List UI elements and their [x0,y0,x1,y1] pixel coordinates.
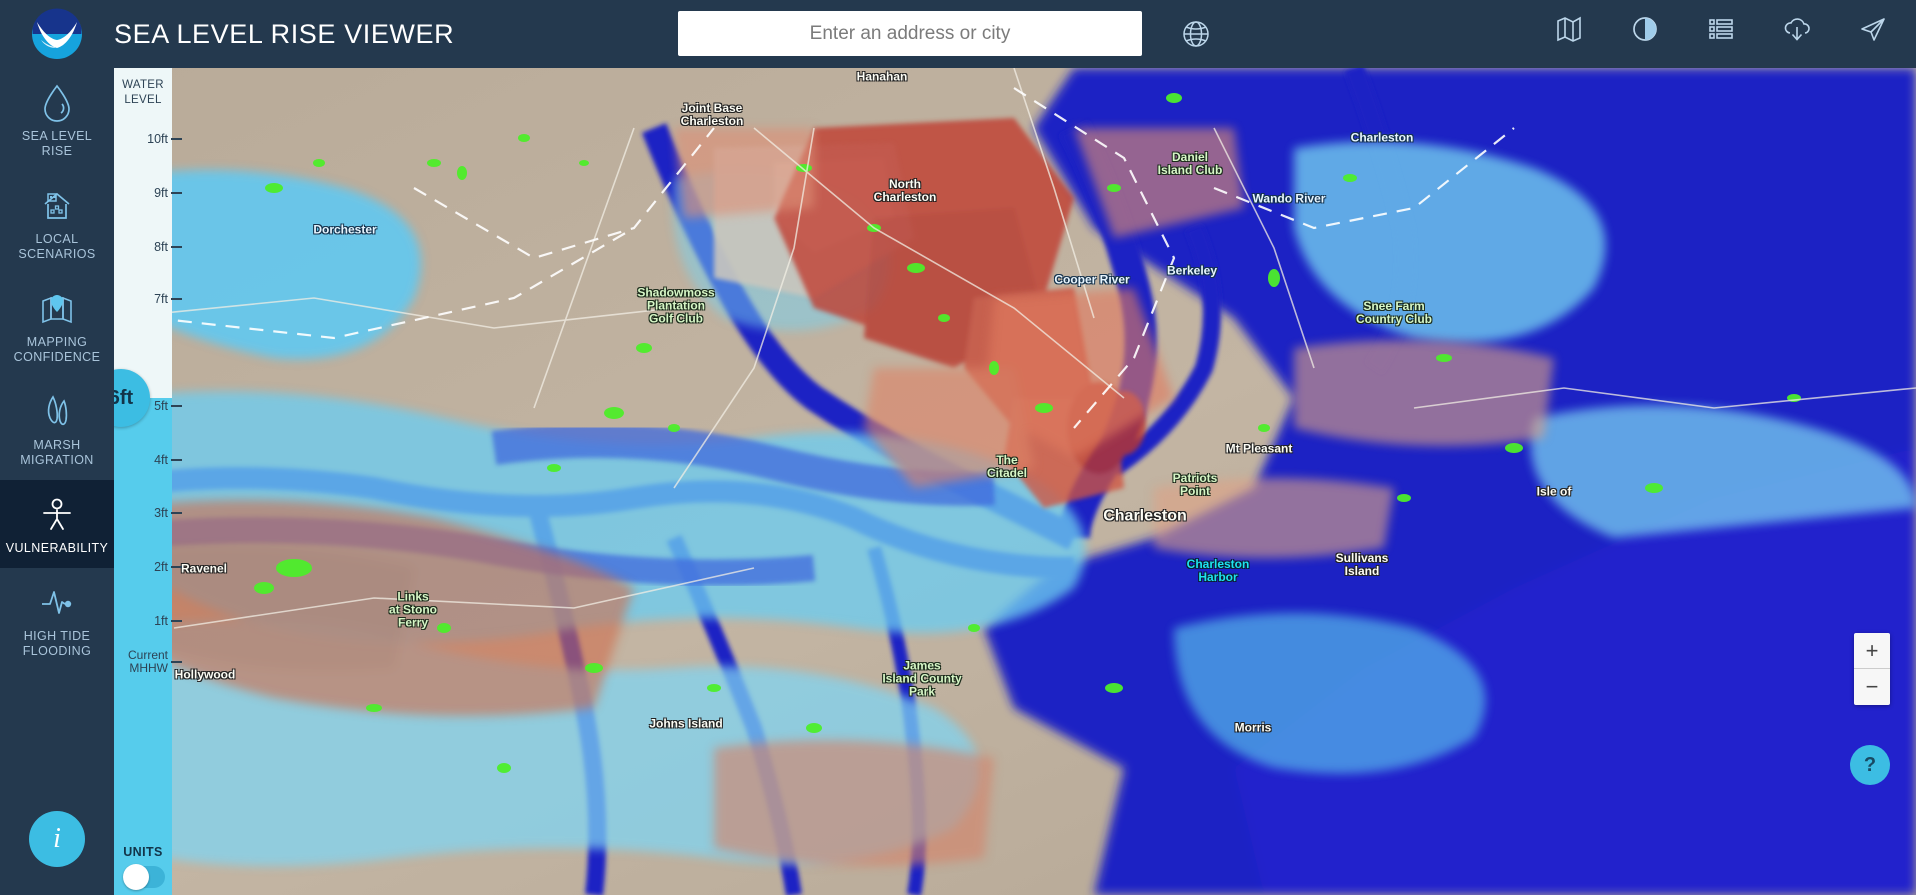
opacity-contrast-icon[interactable] [1628,12,1662,46]
sidebar-item-label: MAPPING CONFIDENCE [13,335,101,364]
house-icon [44,192,70,219]
sidebar-item-label: LOCAL SCENARIOS [18,232,96,261]
basemap-icon[interactable] [1552,12,1586,46]
map-imagery [114,68,1916,895]
water-level-tick: 10ft [114,132,172,146]
noaa-logo-icon [32,8,82,59]
water-level-tick: 7ft [114,292,172,306]
sidebar-nav-list: SEA LEVEL RISE LOCAL SCENARIOS MAPPING CON… [0,68,114,671]
sidebar-item-label: MARSH MIGRATION [20,438,94,467]
cloud-download-icon[interactable] [1780,12,1814,46]
zoom-controls[interactable]: + − [1854,633,1890,705]
units-toggle[interactable] [123,864,165,890]
zoom-in-button[interactable]: + [1854,633,1890,669]
water-level-slider-panel[interactable]: WATER LEVEL 10ft 9ft 8ft 7ft 5ft 4ft 3ft 2ft 1ft… [92,68,172,895]
sidebar-item-local-scenarios[interactable]: LOCAL SCENARIOS [0,171,114,274]
page-title: SEA LEVEL RISE VIEWER [114,18,455,49]
info-button[interactable]: i [29,811,85,867]
noaa-logo[interactable] [0,0,114,68]
water-level-tick: 4ft [114,453,172,467]
map-pin-icon [42,295,72,324]
water-level-tick: 1ft [114,614,172,628]
person-icon [43,498,71,530]
sidebar-item-high-tide-flooding[interactable]: HIGH TIDE FLOODING [0,568,114,671]
search-input[interactable] [678,11,1142,56]
water-drop-icon [44,84,70,122]
legend-list-icon[interactable] [1704,12,1738,46]
water-level-track-filled[interactable] [114,398,172,895]
sidebar-item-mapping-confidence[interactable]: MAPPING CONFIDENCE [0,274,114,377]
water-level-tick: 8ft [114,240,172,254]
share-icon[interactable] [1856,12,1890,46]
water-level-tick: 9ft [114,186,172,200]
water-level-tick: 2ft [114,560,172,574]
units-toggle-knob[interactable] [123,864,149,890]
pulse-wave-icon [42,591,72,614]
sidebar-item-sea-level-rise[interactable]: SEA LEVEL RISE [0,68,114,171]
water-level-baseline: Current MHHW [114,648,172,676]
header-tool-icons [1552,12,1890,46]
sidebar-item-marsh-migration[interactable]: MARSH MIGRATION [0,377,114,480]
marsh-leaves-icon [47,395,68,426]
water-level-tick: 3ft [114,506,172,520]
help-button[interactable]: ? [1850,745,1890,785]
zoom-out-button[interactable]: − [1854,669,1890,705]
left-sidebar: SEA LEVEL RISE LOCAL SCENARIOS MAPPING CON… [0,68,114,895]
sidebar-item-label: VULNERABILITY [5,541,109,555]
sea-level-rise-viewer-app: Hanahan Joint Base Charleston North Charle… [0,0,1916,895]
sidebar-item-vulnerability[interactable]: VULNERABILITY [0,480,114,568]
app-header: SEA LEVEL RISE VIEWER [0,0,1916,68]
map-viewport[interactable]: Hanahan Joint Base Charleston North Charle… [114,68,1916,895]
sidebar-item-label: SEA LEVEL RISE [21,129,93,158]
globe-icon[interactable] [1178,16,1214,52]
sidebar-item-label: HIGH TIDE FLOODING [22,629,92,658]
water-level-track-empty[interactable] [114,68,172,398]
water-level-title: WATER LEVEL [122,79,164,106]
units-label: UNITS [123,845,163,859]
